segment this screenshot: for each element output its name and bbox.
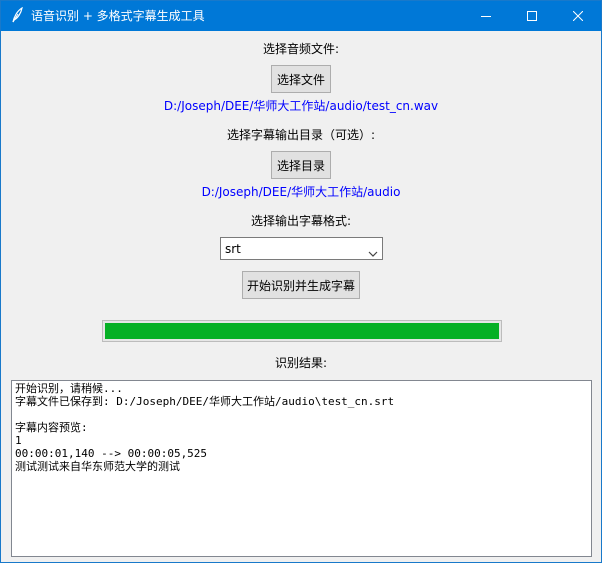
app-window: 语音识别 + 多格式字幕生成工具 选择音频文件: 选择文件 D:/Joseph/…	[0, 0, 602, 563]
close-button[interactable]	[555, 1, 601, 31]
output-dir-path: D:/Joseph/DEE/华师大工作站/audio	[201, 185, 401, 199]
result-line: 测试测试来自华东师范大学的测试	[15, 460, 180, 473]
maximize-button[interactable]	[509, 1, 555, 31]
result-line: 开始识别，请稍候...	[15, 382, 123, 395]
feather-icon	[9, 6, 25, 23]
progress-bar	[102, 320, 502, 342]
title-bar[interactable]: 语音识别 + 多格式字幕生成工具	[1, 1, 601, 31]
result-line: 字幕内容预览:	[15, 421, 88, 434]
format-label: 选择输出字幕格式:	[250, 214, 352, 228]
audio-file-label: 选择音频文件:	[262, 42, 340, 56]
result-label: 识别结果:	[274, 356, 328, 370]
format-select[interactable]: srt	[220, 237, 383, 260]
result-line: 1	[15, 434, 22, 447]
output-dir-label: 选择字幕输出目录（可选）:	[226, 128, 376, 142]
select-file-button[interactable]: 选择文件	[271, 65, 331, 93]
audio-file-path: D:/Joseph/DEE/华师大工作站/audio/test_cn.wav	[163, 99, 439, 113]
result-line: 00:00:01,140 --> 00:00:05,525	[15, 447, 208, 460]
start-recognition-button[interactable]: 开始识别并生成字幕	[242, 271, 360, 299]
minimize-icon	[481, 16, 491, 17]
window-title: 语音识别 + 多格式字幕生成工具	[31, 9, 205, 23]
format-selected-value: srt	[225, 242, 241, 256]
minimize-button[interactable]	[463, 1, 509, 31]
maximize-icon	[527, 11, 537, 21]
result-line: 字幕文件已保存到: D:/Joseph/DEE/华师大工作站/audio\tes…	[15, 395, 395, 408]
close-icon	[573, 11, 583, 21]
select-dir-button[interactable]: 选择目录	[271, 151, 331, 179]
chevron-down-icon[interactable]	[368, 244, 378, 263]
result-textarea[interactable]: 开始识别，请稍候... 字幕文件已保存到: D:/Joseph/DEE/华师大工作…	[11, 380, 592, 557]
result-line	[15, 408, 588, 421]
progress-fill	[105, 323, 499, 339]
